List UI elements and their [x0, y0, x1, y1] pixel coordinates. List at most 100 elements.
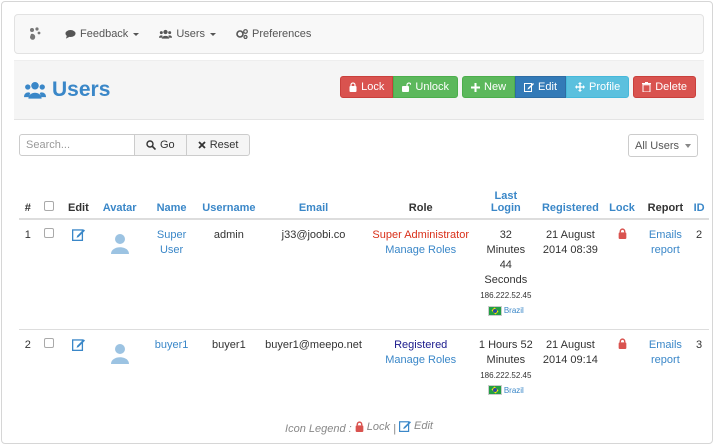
row-login-line1: 32 [499, 229, 512, 241]
row-name-line1[interactable]: Super [147, 228, 196, 243]
nav-preferences[interactable]: Preferences [226, 28, 321, 40]
row-login-line4: Seconds [484, 274, 528, 286]
avatar-icon [110, 234, 129, 254]
col-id[interactable]: ID [689, 177, 709, 220]
row-num: 2 [19, 328, 37, 408]
col-lock[interactable]: Lock [602, 177, 642, 220]
plus-icon [471, 82, 481, 92]
emails-report-link[interactable]: Emails [645, 338, 686, 353]
unlock-button[interactable]: Unlock [393, 76, 459, 98]
row-email: j33@joobi.co [258, 218, 369, 329]
reset-button[interactable]: Reset [185, 134, 251, 156]
row-edit[interactable] [61, 328, 96, 408]
new-button[interactable]: New [462, 76, 516, 98]
lock-icon[interactable] [618, 228, 627, 239]
row-lock[interactable] [602, 218, 642, 329]
table-row: 2 buyer1 buyer1 buyer1@meepo.net Registe… [19, 328, 709, 408]
icon-legend: Icon Legend : Lock | Edit [2, 420, 714, 435]
profile-button-label: Profile [589, 81, 621, 93]
row-email: buyer1@meepo.net [258, 328, 369, 408]
col-select-all[interactable] [36, 177, 62, 220]
legend-separator: | [393, 423, 396, 435]
users-icon [159, 29, 173, 39]
go-button[interactable]: Go [134, 134, 187, 156]
nav-users[interactable]: Users [149, 28, 226, 40]
action-toolbar: Lock Unlock New Edit Profile Delete [340, 76, 696, 98]
row-name[interactable]: buyer1 [144, 328, 199, 408]
edit-icon[interactable] [71, 338, 85, 351]
lock-icon [349, 82, 357, 92]
manage-roles-link[interactable]: Manage Roles [371, 353, 470, 368]
col-username[interactable]: Username [198, 177, 259, 220]
emails-report-link-line2[interactable]: report [645, 353, 686, 368]
edit-icon[interactable] [71, 228, 85, 241]
row-role: Super Administrator Manage Roles [368, 218, 474, 329]
row-username: admin [198, 218, 259, 329]
select-all-checkbox[interactable] [44, 201, 55, 211]
row-country[interactable]: Brazil [504, 383, 524, 398]
users-table: # Edit Avatar Name Username Email Role L… [19, 177, 709, 408]
nav-feedback[interactable]: Feedback [55, 28, 149, 40]
row-select[interactable] [36, 328, 62, 408]
col-report: Report [641, 177, 690, 220]
row-registered: 21 August 2014 08:39 [538, 218, 603, 329]
profile-button[interactable]: Profile [566, 76, 630, 98]
row-name-line2[interactable]: User [147, 243, 196, 258]
col-last-login[interactable]: Last Login [473, 177, 539, 220]
close-icon [198, 141, 206, 149]
col-avatar[interactable]: Avatar [95, 177, 145, 220]
comment-icon [65, 30, 76, 39]
nav-users-label: Users [176, 28, 206, 40]
search-input[interactable] [19, 134, 135, 156]
user-filter-value: All Users [635, 139, 680, 152]
row-geo: Brazil [487, 303, 524, 318]
lock-button-group: Lock Unlock [340, 76, 459, 98]
chevron-down-icon [685, 144, 691, 148]
row-registered: 21 August 2014 09:14 [538, 328, 603, 408]
row-name[interactable]: Super User [144, 218, 199, 329]
edit-icon [399, 421, 411, 432]
user-filter-select[interactable]: All Users [628, 134, 698, 157]
lock-button[interactable]: Lock [340, 76, 394, 98]
row-num: 1 [19, 218, 37, 329]
row-report[interactable]: Emails report [641, 218, 690, 329]
col-email[interactable]: Email [258, 177, 369, 220]
col-last-login-line2: Login [490, 202, 521, 214]
row-report[interactable]: Emails report [641, 328, 690, 408]
legend-edit-label: Edit [414, 420, 433, 432]
edit-icon [524, 83, 535, 92]
legend-lock: Lock [355, 421, 390, 433]
legend-edit: Edit [399, 420, 433, 432]
edit-button-label: Edit [538, 81, 558, 93]
page-header: Users Lock Unlock New Edit Profile Delet… [14, 60, 704, 120]
col-name[interactable]: Name [144, 177, 199, 220]
row-avatar [95, 218, 145, 329]
row-ip: 186.222.52.45 [480, 370, 532, 380]
edit-button[interactable]: Edit [515, 76, 567, 98]
row-role-name: Super Administrator [372, 229, 470, 241]
users-icon [24, 81, 46, 99]
unlock-button-label: Unlock [415, 81, 450, 93]
search-bar: Go Reset [19, 134, 251, 156]
row-edit[interactable] [61, 218, 96, 329]
brazil-flag-icon [487, 305, 502, 316]
col-registered[interactable]: Registered [538, 177, 603, 220]
row-login-line2: Minutes [486, 244, 526, 256]
manage-roles-link[interactable]: Manage Roles [371, 243, 470, 258]
row-login-line3: 44 [499, 259, 512, 271]
row-country[interactable]: Brazil [504, 303, 524, 318]
row-id: 3 [689, 328, 709, 408]
brand-logo-icon[interactable] [15, 26, 55, 42]
go-button-label: Go [160, 139, 175, 151]
row-checkbox[interactable] [44, 337, 55, 348]
row-lock[interactable] [602, 328, 642, 408]
emails-report-link[interactable]: Emails [645, 228, 686, 243]
lock-icon[interactable] [618, 337, 627, 349]
row-checkbox[interactable] [44, 228, 55, 238]
unlock-icon [402, 82, 412, 92]
row-name-line1[interactable]: buyer1 [147, 338, 196, 353]
delete-button[interactable]: Delete [633, 76, 696, 98]
row-select[interactable] [36, 218, 62, 329]
row-username: buyer1 [198, 328, 259, 408]
emails-report-link-line2[interactable]: report [645, 243, 686, 258]
